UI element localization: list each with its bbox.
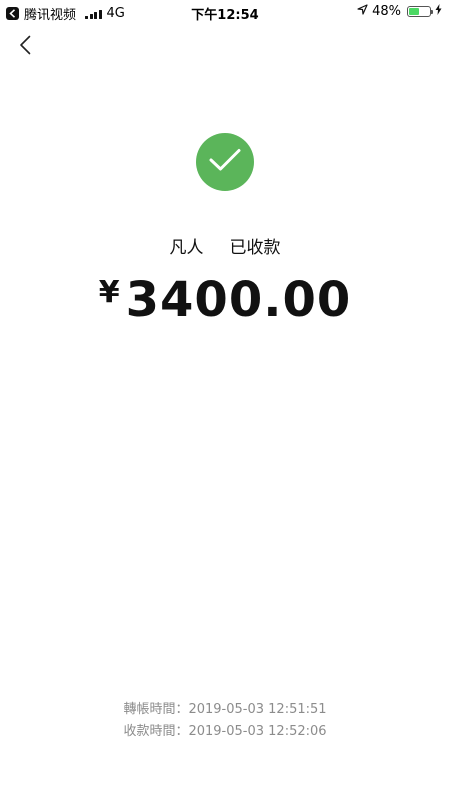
transaction-times: 轉帳時間：2019-05-03 12:51:51 收款時間：2019-05-03… xyxy=(0,699,450,743)
receive-time-row: 收款時間：2019-05-03 12:52:06 xyxy=(0,721,450,743)
success-badge xyxy=(196,133,254,191)
transfer-time-label: 轉帳時間 xyxy=(123,702,176,717)
payee-received-line: 凡人 已收款 xyxy=(0,233,450,258)
transfer-time-separator: ： xyxy=(175,702,189,717)
amount-display: ¥3400.00 xyxy=(0,272,450,328)
receive-time-value: 2019-05-03 12:52:06 xyxy=(188,724,327,739)
check-icon xyxy=(208,147,242,177)
charging-bolt-icon xyxy=(435,4,442,19)
transfer-time-row: 轉帳時間：2019-05-03 12:51:51 xyxy=(0,699,450,721)
status-bar-right: 48% xyxy=(357,4,442,19)
battery-fill xyxy=(409,8,419,15)
location-arrow-icon xyxy=(357,4,368,19)
battery-percent: 48% xyxy=(372,4,401,19)
chevron-left-icon xyxy=(19,35,31,59)
transfer-time-value: 2019-05-03 12:51:51 xyxy=(188,702,327,717)
receive-time-label: 收款時間 xyxy=(123,724,176,739)
back-button[interactable] xyxy=(10,32,40,62)
currency-symbol: ¥ xyxy=(98,275,120,310)
payee-name: 凡人 xyxy=(169,238,204,258)
amount-value: 3400.00 xyxy=(125,272,352,328)
receive-time-separator: ： xyxy=(175,724,189,739)
payee-received-status: 已收款 xyxy=(229,238,281,258)
status-bar: 腾讯视频 4G 下午12:54 48% xyxy=(0,0,450,24)
battery-icon xyxy=(407,6,433,17)
